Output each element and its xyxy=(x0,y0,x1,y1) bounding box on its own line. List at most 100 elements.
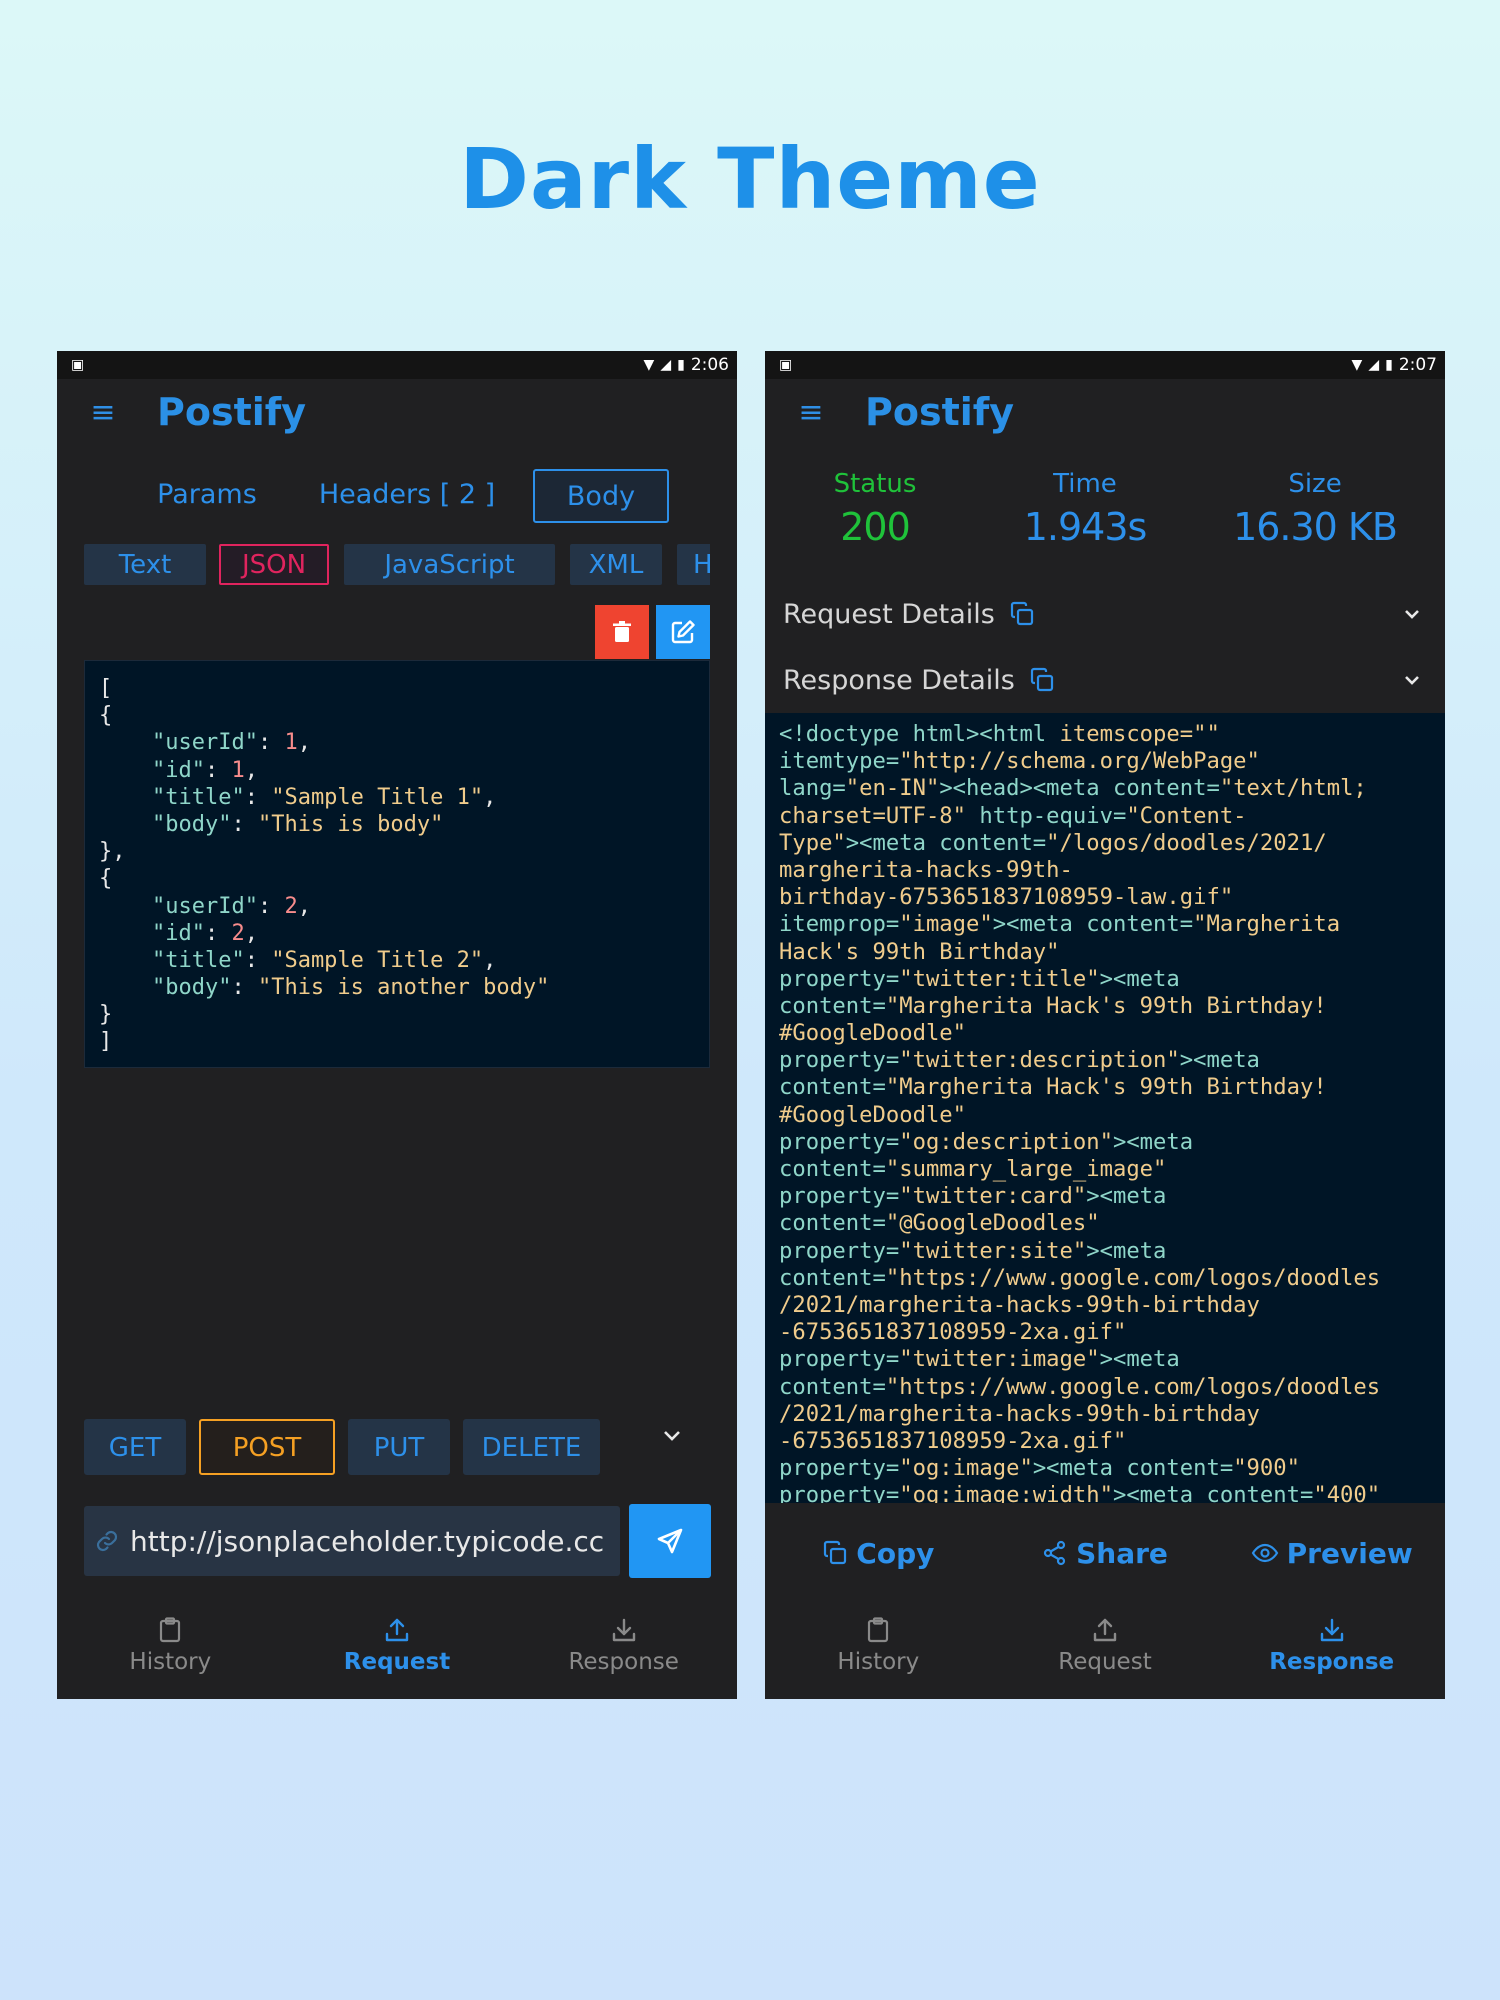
download-icon xyxy=(612,1618,635,1642)
code-line: "body": "This is body" xyxy=(99,811,695,838)
code-token: ><meta xyxy=(1112,1128,1194,1155)
code-line: charset=UTF-8" http-equiv="Content- xyxy=(779,803,1431,830)
code-line: content="https://www.google.com/logos/do… xyxy=(779,1374,1431,1401)
body-type-chips: Text JSON JavaScript XML H xyxy=(84,544,710,588)
code-token: property= xyxy=(779,1482,900,1503)
code-line: Type"><meta content="/logos/doodles/2021… xyxy=(779,830,1431,857)
url-input-value[interactable]: http://jsonplaceholder.typicode.cc xyxy=(130,1525,604,1558)
code-token: "Sample Title 1" xyxy=(271,784,484,810)
send-button[interactable] xyxy=(629,1504,711,1578)
code-token: : xyxy=(257,893,285,919)
clipboard-icon xyxy=(868,1617,889,1643)
edit-button[interactable] xyxy=(656,605,710,659)
code-line: margherita-hacks-99th- xyxy=(779,857,1431,884)
bottom-nav: History Request Response xyxy=(57,1603,737,1699)
request-details-row[interactable]: Request Details xyxy=(765,585,1445,643)
code-token: ><meta xyxy=(1086,1183,1167,1210)
response-details-label: Response Details xyxy=(783,664,1015,696)
code-token: 2 xyxy=(284,893,298,919)
response-details-row[interactable]: Response Details xyxy=(765,651,1445,709)
code-token: "400" xyxy=(1313,1482,1381,1503)
nav-history[interactable]: History xyxy=(765,1603,992,1699)
code-line: Hack's 99th Birthday" xyxy=(779,939,1431,966)
code-token: margherita-hacks-99th- xyxy=(779,856,1073,883)
code-token: "og:description" xyxy=(899,1128,1113,1155)
chip-text[interactable]: Text xyxy=(84,544,206,585)
code-token: , xyxy=(297,893,311,919)
nav-request[interactable]: Request xyxy=(284,1603,511,1699)
stat-time: Time 1.943s xyxy=(995,469,1175,549)
code-token: "userId" xyxy=(99,893,258,919)
code-line: { xyxy=(99,865,695,892)
nav-history[interactable]: History xyxy=(57,1603,284,1699)
nav-response[interactable]: Response xyxy=(1218,1603,1445,1699)
response-body-code[interactable]: <!doctype html><html itemscope="" itemtyp… xyxy=(765,713,1445,1503)
code-token: : xyxy=(244,947,272,973)
code-line: "body": "This is another body" xyxy=(99,974,695,1001)
code-line: { xyxy=(99,702,695,729)
tab-body[interactable]: Body xyxy=(533,469,669,523)
code-token: "og:image" xyxy=(899,1455,1033,1482)
code-token: } xyxy=(99,1002,113,1028)
status-bar: ▣ ▼ ◢ ▮ 2:06 xyxy=(57,351,737,379)
code-token: 2 xyxy=(231,920,245,946)
code-line: "userId": 1, xyxy=(99,729,695,756)
chip-html-partial[interactable]: H xyxy=(677,544,710,585)
chip-javascript[interactable]: JavaScript xyxy=(344,544,555,585)
method-post[interactable]: POST xyxy=(199,1419,335,1475)
method-get[interactable]: GET xyxy=(84,1419,186,1475)
code-token: "image" xyxy=(899,911,993,938)
code-line: } xyxy=(99,1001,695,1028)
delete-button[interactable] xyxy=(595,605,649,659)
code-token: charset=UTF-8" xyxy=(779,802,967,829)
tab-headers[interactable]: Headers [ 2 ] xyxy=(317,469,497,523)
menu-icon[interactable]: ≡ xyxy=(783,395,839,430)
share-icon xyxy=(1044,1540,1066,1566)
copy-icon[interactable] xyxy=(1029,667,1055,693)
code-line: [ xyxy=(99,675,695,702)
chevron-down-icon[interactable] xyxy=(662,1429,682,1443)
code-token: "twitter:image" xyxy=(899,1346,1100,1373)
code-token: content= xyxy=(779,1264,886,1291)
stat-size: Size 16.30 KB xyxy=(1205,469,1425,549)
code-line: property="og:description"><meta xyxy=(779,1129,1431,1156)
code-token: -6753651837108959-2xa.gif" xyxy=(779,1427,1127,1454)
method-put[interactable]: PUT xyxy=(348,1419,450,1475)
bottom-nav: History Request Response xyxy=(765,1603,1445,1699)
preview-button[interactable]: Preview xyxy=(1218,1537,1445,1570)
nav-request-label: Request xyxy=(1058,1649,1152,1675)
chip-xml[interactable]: XML xyxy=(570,544,662,585)
copy-icon[interactable] xyxy=(1009,601,1035,627)
wifi-icon: ▼ xyxy=(643,357,655,373)
code-line: content="Margherita Hack's 99th Birthday… xyxy=(779,1074,1431,1101)
code-token: -6753651837108959-2xa.gif" xyxy=(779,1319,1127,1346)
tab-params[interactable]: Params xyxy=(137,469,277,523)
copy-button[interactable]: Copy xyxy=(765,1537,992,1570)
chevron-down-icon[interactable] xyxy=(1403,674,1427,686)
json-body-editor[interactable]: [{ "userId": 1, "id": 1, "title": "Sampl… xyxy=(84,660,710,1068)
code-token: #GoogleDoodle" xyxy=(779,1020,967,1047)
code-token: "body" xyxy=(99,811,232,837)
chevron-down-icon[interactable] xyxy=(1403,608,1427,620)
stat-size-value: 16.30 KB xyxy=(1233,505,1398,549)
code-token: property= xyxy=(779,965,900,992)
method-delete[interactable]: DELETE xyxy=(463,1419,600,1475)
nav-response[interactable]: Response xyxy=(510,1603,737,1699)
chip-json[interactable]: JSON xyxy=(219,544,329,585)
code-line: -6753651837108959-2xa.gif" xyxy=(779,1428,1431,1455)
nav-request[interactable]: Request xyxy=(992,1603,1219,1699)
code-token: /2021/margherita-hacks-99th-birthday xyxy=(779,1400,1260,1427)
code-line: itemprop="image"><meta content="Margheri… xyxy=(779,911,1431,938)
menu-icon[interactable]: ≡ xyxy=(75,395,131,430)
link-icon xyxy=(84,1529,130,1553)
code-token: ] xyxy=(99,1029,113,1055)
app-title: Postify xyxy=(865,390,1015,434)
code-line: content="Margherita Hack's 99th Birthday… xyxy=(779,993,1431,1020)
url-field[interactable]: http://jsonplaceholder.typicode.cc xyxy=(84,1506,620,1576)
code-line: #GoogleDoodle" xyxy=(779,1102,1431,1129)
code-token: "twitter:site" xyxy=(899,1237,1087,1264)
code-token: "title" xyxy=(99,784,245,810)
code-token: , xyxy=(244,920,258,946)
share-button[interactable]: Share xyxy=(992,1537,1219,1570)
code-token: birthday-6753651837108959-law.gif" xyxy=(779,884,1234,911)
